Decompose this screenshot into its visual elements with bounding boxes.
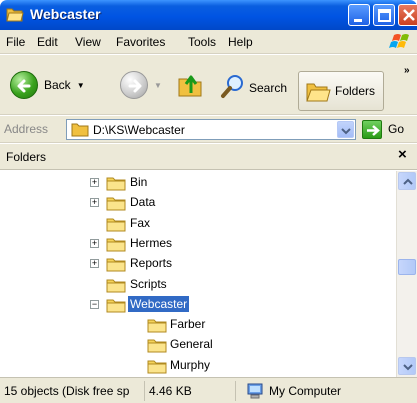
folder-icon [106,216,126,232]
menu-view[interactable]: View [75,35,101,49]
status-size: 4.46 KB [145,381,236,401]
search-icon [220,73,246,102]
folder-icon [106,175,126,191]
folders-button[interactable]: Folders [298,71,384,111]
status-size-text: 4.46 KB [149,384,192,398]
back-arrow-icon [10,71,38,99]
close-pane-button[interactable]: × [398,146,407,163]
window-title: Webcaster [30,6,101,22]
folder-icon [106,195,126,211]
forward-arrow-icon [120,71,148,99]
tree-item-label[interactable]: Reports [128,255,174,271]
menu-bar: File Edit View Favorites Tools Help [0,30,417,54]
folder-icon [106,277,126,293]
folders-pane-header: Folders × [0,144,417,170]
maximize-button[interactable] [373,4,395,26]
tree-item[interactable]: + Reports [0,254,396,274]
tree-item[interactable]: + Data [0,193,396,213]
address-bar: Address D:\KS\Webcaster Go [0,116,417,143]
toolbar: Back ▼ ▼ Search Folders » [0,55,417,115]
tree-item-label[interactable]: Fax [128,215,152,231]
status-objects: 15 objects (Disk free sp [0,381,145,401]
forward-dropdown-icon[interactable]: ▼ [154,81,162,90]
my-computer-icon [246,383,264,401]
search-button[interactable]: Search [220,73,287,102]
vertical-scrollbar[interactable] [396,171,417,377]
expand-icon[interactable]: + [90,198,99,208]
tree-item-label[interactable]: Hermes [128,235,174,251]
address-input[interactable]: D:\KS\Webcaster [66,119,356,140]
address-dropdown-button[interactable] [337,121,354,138]
menu-edit[interactable]: Edit [37,35,58,49]
scroll-up-button[interactable] [398,172,416,190]
forward-button[interactable]: ▼ [120,71,162,99]
scroll-down-button[interactable] [398,357,416,375]
tree-item-label[interactable]: General [168,336,215,352]
menu-tools[interactable]: Tools [188,35,216,49]
expand-icon[interactable]: + [90,238,99,248]
folder-icon [106,297,126,313]
go-arrow-icon[interactable] [362,120,382,139]
status-location-text: My Computer [269,384,342,398]
windows-logo-icon [386,32,416,52]
status-bar: 15 objects (Disk free sp 4.46 KB My Comp… [0,377,417,403]
expand-icon[interactable]: + [90,259,99,269]
address-value: D:\KS\Webcaster [93,123,185,137]
folder-icon [147,337,167,353]
folders-pane-title: Folders [6,150,47,164]
toolbar-more-icon[interactable]: » [404,65,410,76]
title-bar[interactable]: Webcaster [0,0,417,30]
tree-item[interactable]: General [0,335,396,355]
folder-tree[interactable]: + Bin + Data Fax + Hermes + Reports Scripts − Webca… [0,171,396,377]
up-folder-button[interactable] [176,69,206,102]
scroll-thumb[interactable] [398,259,416,275]
folder-open-icon [6,6,24,22]
folder-icon [147,317,167,333]
tree-item-label[interactable]: Bin [128,174,149,190]
folder-icon [106,256,126,272]
tree-item-label[interactable]: Farber [168,316,207,332]
back-button[interactable]: Back ▼ [10,71,85,99]
tree-item-label[interactable]: Scripts [128,276,169,292]
tree-item[interactable]: + Hermes [0,234,396,254]
address-label: Address [4,122,49,136]
menu-help[interactable]: Help [228,35,253,49]
folder-icon [71,122,89,140]
folders-label: Folders [335,84,376,98]
tree-item[interactable]: Scripts [0,275,396,295]
folder-icon [147,358,167,374]
tree-item[interactable]: Fax [0,214,396,234]
tree-item[interactable]: − Webcaster [0,295,396,315]
back-label: Back [44,78,71,92]
folders-icon [305,80,331,107]
tree-item[interactable]: Farber [0,315,396,335]
menu-favorites[interactable]: Favorites [116,35,165,49]
tree-item[interactable]: Murphy [0,356,396,376]
expand-icon[interactable]: + [90,178,99,187]
status-location: My Computer [236,381,417,401]
tree-item-label[interactable]: Data [128,194,157,210]
menu-file[interactable]: File [6,35,25,49]
tree-item[interactable]: + Bin [0,173,396,193]
close-button[interactable] [398,4,417,26]
up-folder-icon [176,69,206,102]
back-dropdown-icon[interactable]: ▼ [77,81,85,90]
search-label: Search [249,80,288,95]
go-button[interactable]: Go [388,122,404,136]
collapse-icon[interactable]: − [90,299,99,309]
folder-icon [106,236,126,252]
tree-item-label[interactable]: Murphy [168,357,212,373]
tree-item-label[interactable]: Webcaster [128,295,190,312]
minimize-button[interactable] [348,4,370,26]
status-objects-text: 15 objects (Disk free sp [4,384,130,398]
